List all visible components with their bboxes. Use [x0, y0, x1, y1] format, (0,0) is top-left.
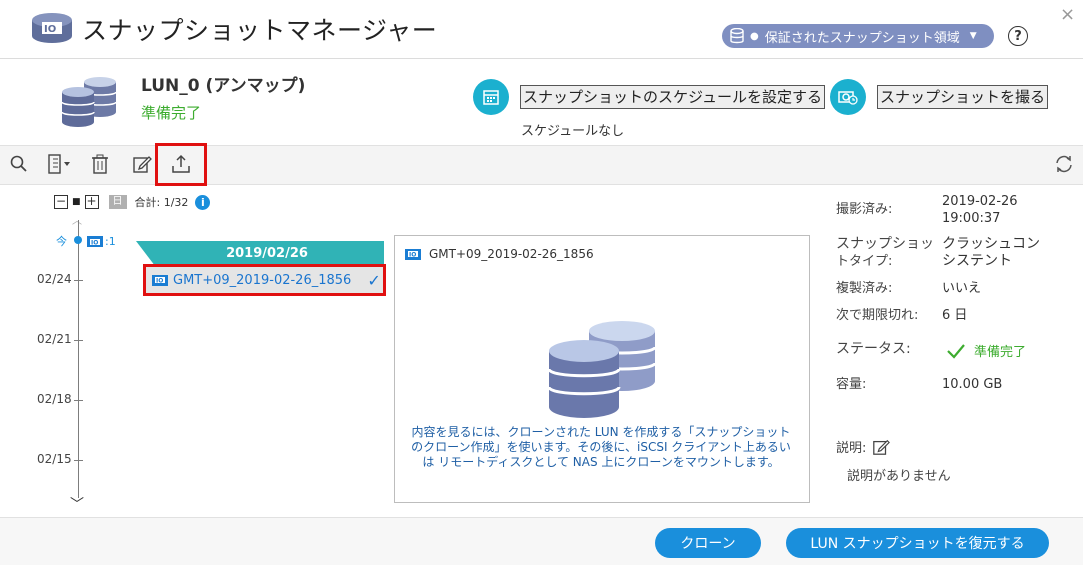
- timeline-tick: [74, 460, 83, 461]
- search-icon[interactable]: [8, 153, 30, 175]
- help-button[interactable]: ?: [1008, 26, 1028, 46]
- bullet-dot: ●: [750, 30, 759, 42]
- lun-storage-icon: [56, 74, 120, 130]
- check-icon: [947, 343, 965, 359]
- timeline-tick: [74, 340, 83, 341]
- collapse-button[interactable]: −: [54, 195, 68, 209]
- detail-type-label-line1: スナップショッ: [836, 236, 934, 252]
- clone-button[interactable]: クローン: [655, 528, 761, 558]
- snapshot-list-item[interactable]: IO GMT+09_2019-02-26_1856 ✓: [143, 264, 386, 296]
- timeline-now-label: 今: [56, 235, 67, 248]
- snapshot-space-label: 保証されたスナップショット領域: [764, 30, 960, 46]
- detail-expire-value: 6 日: [942, 308, 968, 323]
- detail-taken-date: 2019-02-26: [942, 194, 1018, 209]
- timeline-date-label: 02/24: [37, 272, 72, 286]
- refresh-icon[interactable]: [1053, 153, 1075, 175]
- snapshot-io-icon: IO: [152, 274, 168, 286]
- preview-instructions: 内容を見るには、クローンされた LUN を作成する「スナップショットのクローン作…: [411, 425, 791, 469]
- window-title: スナップショットマネージャー: [82, 16, 438, 45]
- snapshot-total: 合計: 1/32: [134, 196, 189, 209]
- detail-replicated-value: いいえ: [942, 281, 982, 296]
- detail-capacity-value: 10.00 GB: [942, 377, 1003, 392]
- close-button[interactable]: ×: [1060, 4, 1075, 25]
- detail-replicated-label: 複製済み:: [836, 281, 893, 296]
- detail-type-value-line2: システント: [942, 253, 1012, 269]
- detail-capacity-label: 容量:: [836, 377, 867, 392]
- svg-text:IO: IO: [44, 24, 56, 35]
- timeline-down-arrow-icon[interactable]: ﹀: [70, 494, 84, 514]
- timeline-up-arrow-icon[interactable]: ︿: [72, 212, 82, 227]
- svg-text:IO: IO: [409, 252, 416, 259]
- lun-name: LUN_0 (アンマップ): [141, 76, 306, 96]
- edit-icon[interactable]: [131, 153, 153, 175]
- timeline-tick: [74, 280, 83, 281]
- svg-text:IO: IO: [156, 278, 163, 285]
- timeline-controls: − ■ + 日 合計: 1/32 i: [54, 194, 211, 210]
- timeline-now-count: IO :1: [87, 235, 116, 248]
- snapshot-space-dropdown[interactable]: ● 保証されたスナップショット領域 ▼: [722, 24, 994, 48]
- snapshot-io-icon: IO: [405, 248, 421, 260]
- timeline-date-label: 02/15: [37, 452, 72, 466]
- detail-description-label: 説明:: [836, 441, 867, 456]
- timeline-axis: [78, 220, 79, 498]
- schedule-note: スケジュールなし: [521, 124, 625, 139]
- detail-expire-label: 次で期限切れ:: [836, 308, 919, 323]
- timeline-date-label: 02/18: [37, 392, 72, 406]
- view-options-icon[interactable]: [46, 153, 74, 175]
- detail-status-value: 準備完了: [974, 345, 1027, 360]
- day-scale-chip[interactable]: 日: [108, 195, 127, 209]
- detail-taken-time: 19:00:37: [942, 211, 1001, 226]
- preview-title: IO GMT+09_2019-02-26_1856: [405, 247, 594, 261]
- lun-status: 準備完了: [141, 104, 202, 122]
- detail-type-value-line1: クラッシュコン: [942, 236, 1040, 252]
- take-snapshot-icon[interactable]: [830, 79, 866, 115]
- title-divider: [0, 58, 1083, 59]
- restore-snapshot-button[interactable]: LUN スナップショットを復元する: [786, 528, 1049, 558]
- snapshot-manager-logo-icon: IO: [30, 10, 74, 46]
- expand-button[interactable]: +: [84, 195, 99, 209]
- detail-taken-label: 撮影済み:: [836, 202, 893, 217]
- snapshot-name: GMT+09_2019-02-26_1856: [173, 272, 352, 288]
- timeline-tick: [74, 400, 83, 401]
- detail-type-label-line2: トタイプ:: [836, 254, 893, 269]
- timeline-date-label: 02/21: [37, 332, 72, 346]
- calendar-icon[interactable]: [473, 79, 509, 115]
- timeline-now-dot: [74, 236, 82, 244]
- zoom-dot: ■: [72, 197, 81, 207]
- export-highlight-frame: [155, 143, 207, 186]
- detail-status-label: ステータス:: [836, 341, 911, 357]
- preview-snapshot-name: GMT+09_2019-02-26_1856: [429, 247, 594, 261]
- now-count-value: :1: [105, 235, 116, 248]
- storage-illustration-icon: [545, 315, 665, 425]
- take-snapshot-button[interactable]: スナップショットを撮る: [877, 85, 1049, 109]
- detail-description-value: 説明がありません: [847, 469, 951, 484]
- database-icon: [730, 28, 744, 44]
- detail-status: 準備完了: [946, 341, 1026, 360]
- delete-icon[interactable]: [89, 153, 111, 175]
- check-icon: ✓: [367, 270, 381, 290]
- edit-description-icon[interactable]: [872, 438, 890, 460]
- svg-text:IO: IO: [91, 239, 98, 246]
- chevron-down-icon: ▼: [969, 31, 977, 41]
- schedule-snapshot-button[interactable]: スナップショットのスケジュールを設定する: [520, 85, 825, 109]
- info-icon[interactable]: i: [195, 194, 211, 210]
- snapshot-io-icon: IO: [87, 236, 103, 247]
